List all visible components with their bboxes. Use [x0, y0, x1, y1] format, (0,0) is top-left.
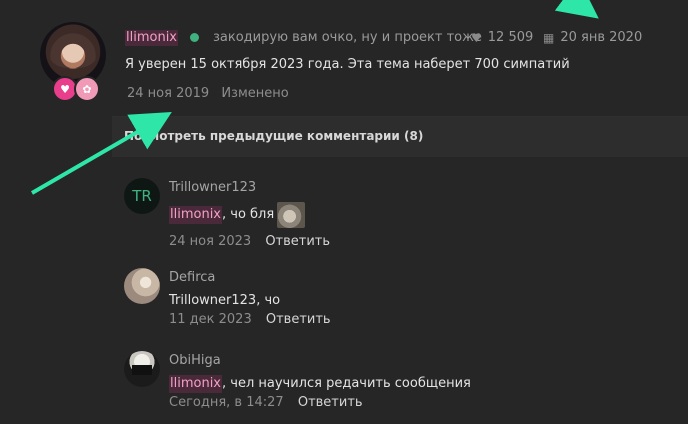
- star-badge-icon[interactable]: ✿: [74, 76, 100, 102]
- reply-date[interactable]: 24 ноя 2023: [169, 234, 251, 249]
- main-comment-text: Я уверен 15 октября 2023 года. Эта тема …: [125, 57, 570, 72]
- reply-meta: 11 дек 2023 Ответить: [169, 312, 331, 328]
- reply-date[interactable]: 11 дек 2023: [169, 312, 252, 327]
- comments-page: ♥ ✿ llimonix закодирую вам очко, ну и пр…: [0, 0, 688, 424]
- reply-date[interactable]: Сегодня, в 14:27: [169, 395, 284, 410]
- view-previous-comments-label: Посмотреть предыдущие комментарии (8): [124, 129, 424, 143]
- annotation-arrow: [554, 0, 599, 19]
- reply-text: llimonix, чел научился редачить сообщени…: [169, 375, 471, 393]
- reply-author[interactable]: Defirca: [169, 270, 215, 286]
- likes-count: ♥ 12 509: [471, 30, 534, 45]
- reply-avatar[interactable]: [124, 268, 160, 304]
- reply-button[interactable]: Ответить: [266, 312, 331, 327]
- user-status-text: закодирую вам очко, ну и проект тоже: [213, 30, 482, 45]
- reply-avatar[interactable]: TR: [124, 178, 160, 214]
- online-status-icon: [190, 33, 199, 42]
- reply-meta: Сегодня, в 14:27 Ответить: [169, 395, 363, 411]
- reply-author[interactable]: Trillowner123: [169, 180, 256, 196]
- mention-link[interactable]: llimonix: [169, 375, 222, 393]
- reply-author[interactable]: ObiHiga: [169, 353, 221, 369]
- reply-button[interactable]: Ответить: [265, 234, 330, 249]
- mention-link[interactable]: llimonix: [169, 206, 222, 224]
- heart-icon: ♥: [471, 31, 482, 45]
- joined-date: ▦ 20 янв 2020: [543, 30, 643, 45]
- main-comment-date[interactable]: 24 ноя 2019: [127, 86, 209, 101]
- calendar-icon: ▦: [543, 31, 555, 45]
- edited-label: Изменено: [221, 86, 289, 101]
- reply-text: llimonix, чо бля: [169, 202, 306, 228]
- main-comment-meta: 24 ноя 2019 Изменено: [127, 86, 289, 102]
- view-previous-comments-button[interactable]: Посмотреть предыдущие комментарии (8): [112, 116, 688, 157]
- reply-button[interactable]: Ответить: [298, 395, 363, 410]
- user-badges: ♥ ✿: [52, 76, 100, 102]
- reply-text: Trillowner123, чо: [169, 293, 281, 308]
- reply-meta: 24 ноя 2023 Ответить: [169, 234, 330, 250]
- main-comment-author[interactable]: llimonix: [125, 30, 178, 46]
- cat-sticker-image: [277, 202, 306, 228]
- reply-avatar[interactable]: [124, 351, 160, 387]
